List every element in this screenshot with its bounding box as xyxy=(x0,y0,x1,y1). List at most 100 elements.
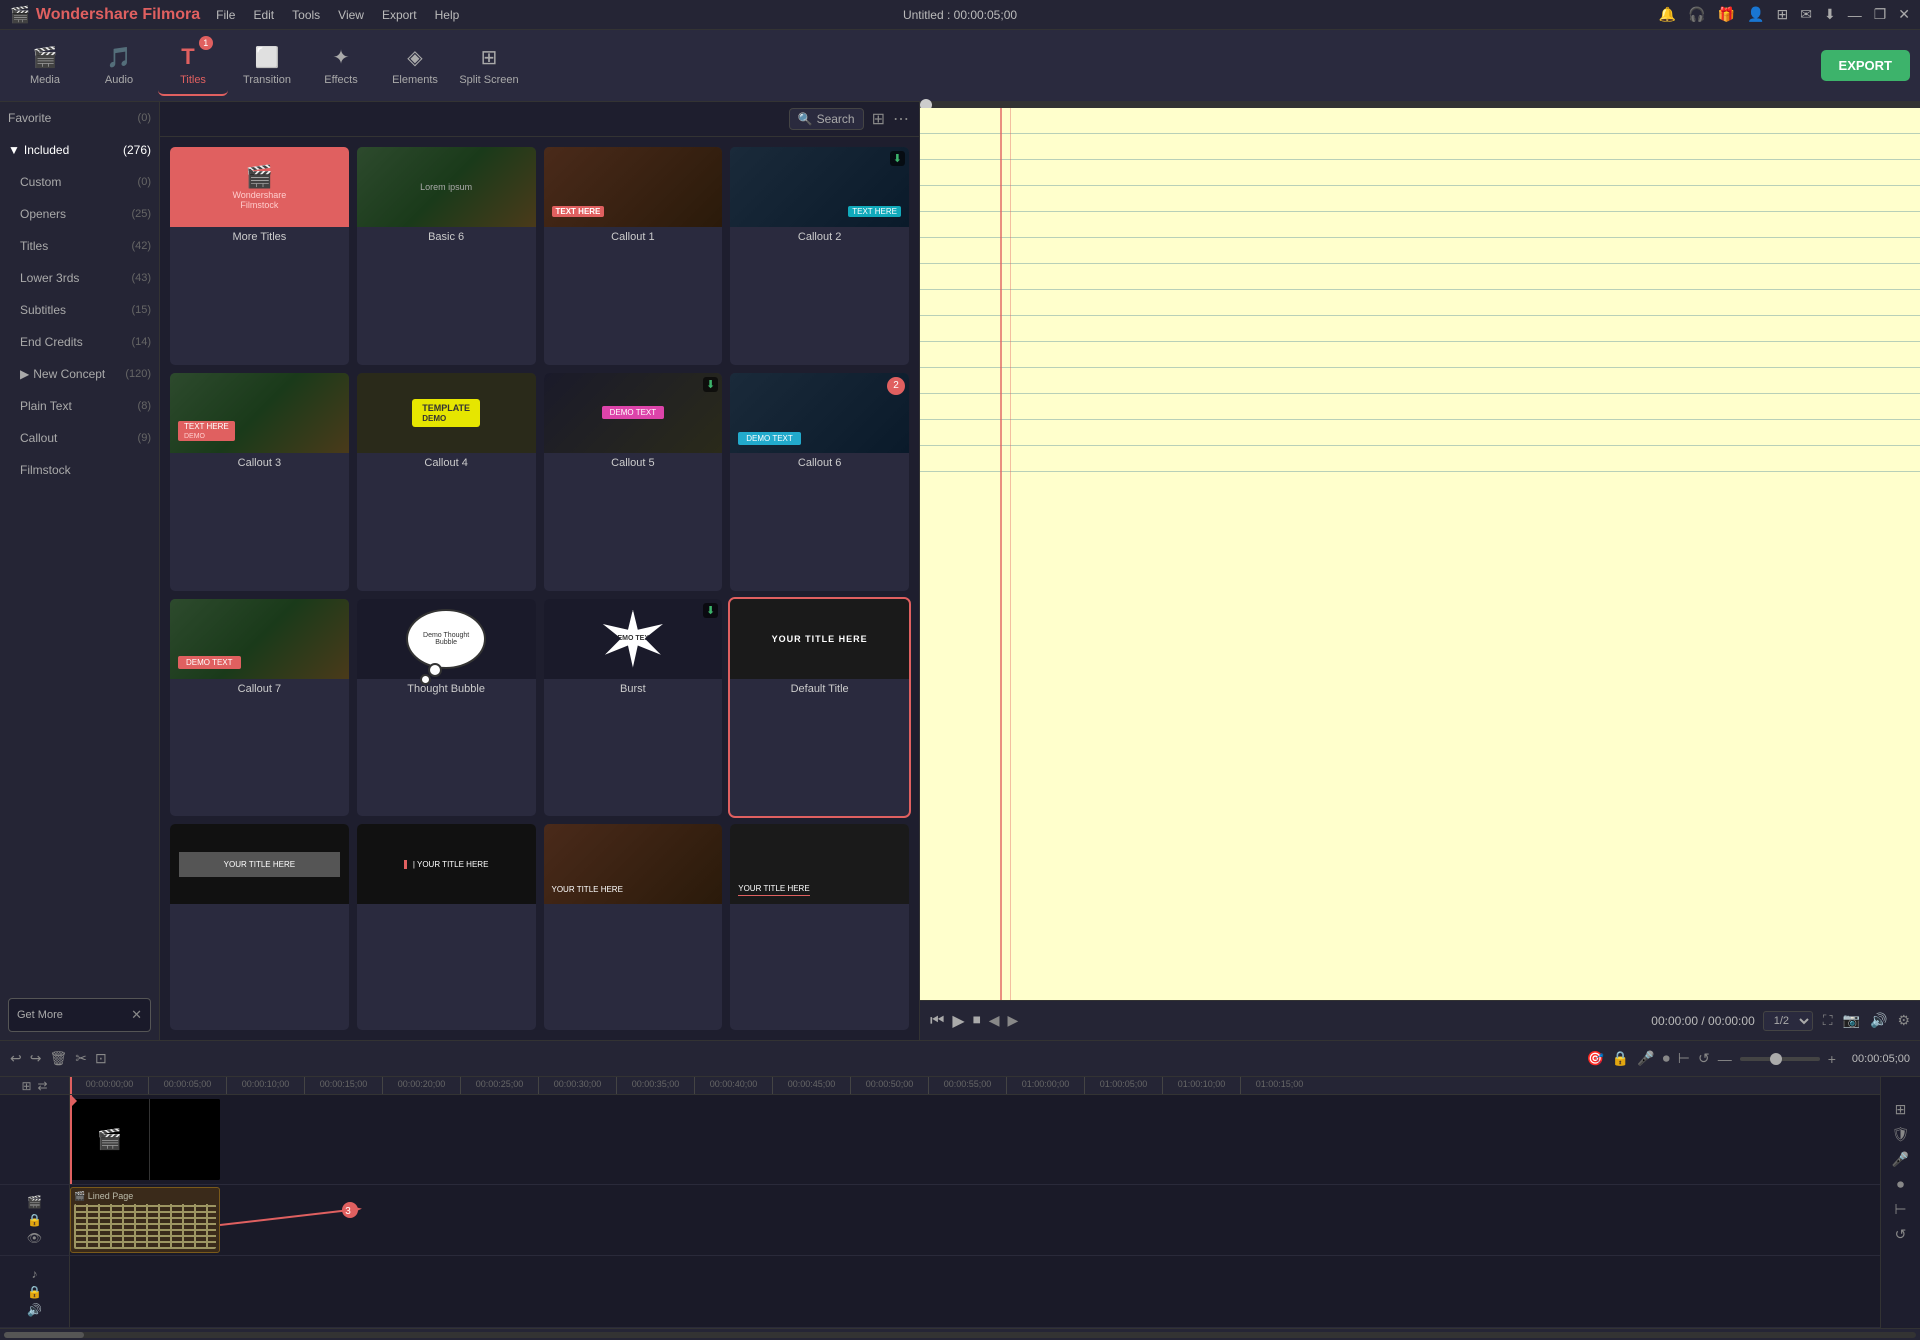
icon-mail[interactable]: ✉ xyxy=(1800,6,1812,23)
cut-btn[interactable]: ✂ xyxy=(75,1050,87,1067)
icon-user[interactable]: 👤 xyxy=(1747,6,1764,23)
title-card-defaulttitle[interactable]: YOUR TITLE HERE Default Title xyxy=(730,599,909,817)
title-card-basic6[interactable]: Lorem ipsum Basic 6 xyxy=(357,147,536,365)
media-button[interactable]: 🎬 Media xyxy=(10,36,80,96)
lock-track-icon[interactable]: 🔒 xyxy=(27,1213,42,1227)
audio-button[interactable]: 🎵 Audio xyxy=(84,36,154,96)
add-track-icon[interactable]: ⊞ xyxy=(21,1079,31,1093)
title-card-more-titles[interactable]: 🎬 WondershareFilmstock More Titles xyxy=(170,147,349,365)
title-card-yourtitle3[interactable]: YOUR TITLE HERE xyxy=(544,824,723,1030)
titles-tool[interactable]: T 1 Titles xyxy=(158,36,228,96)
sidebar-item-titles[interactable]: Titles (42) xyxy=(0,230,159,262)
lock-audio-icon[interactable]: 🔒 xyxy=(27,1285,42,1299)
zoom-out-icon[interactable]: — xyxy=(1718,1051,1732,1067)
mic-icon[interactable]: 🎤 xyxy=(1637,1050,1654,1067)
effects-button[interactable]: ✦ Effects xyxy=(306,36,376,96)
icon-download[interactable]: ⬇ xyxy=(1824,6,1836,23)
icon-bell[interactable]: 🔔 xyxy=(1659,6,1676,23)
splitscreen-button[interactable]: ⊞ Split Screen xyxy=(454,36,524,96)
video-track-item[interactable]: 🎬 xyxy=(70,1099,220,1180)
title-card-callout7[interactable]: DEMO TEXT Callout 7 xyxy=(170,599,349,817)
menu-tools[interactable]: Tools xyxy=(292,8,320,22)
zoom-in-icon[interactable]: + xyxy=(1828,1051,1836,1067)
zoom-thumb[interactable] xyxy=(1770,1053,1782,1065)
timeline-scrollbar[interactable] xyxy=(0,1328,1920,1340)
title-card-callout4[interactable]: TEMPLATEDEMO Callout 4 xyxy=(357,373,536,591)
volume-icon[interactable]: 🔊 xyxy=(1870,1012,1887,1029)
grid-view-icon[interactable]: ⊞ xyxy=(872,109,885,129)
sidebar-item-callout[interactable]: Callout (9) xyxy=(0,422,159,454)
sidebar-item-favorite[interactable]: Favorite (0) xyxy=(0,102,159,134)
vol-audio-icon[interactable]: 🔊 xyxy=(27,1303,42,1317)
close-btn[interactable]: ✕ xyxy=(1898,6,1910,23)
title-card-burst[interactable]: ⬇ DEMO TEXT Burst xyxy=(544,599,723,817)
play-btn[interactable]: ▶ xyxy=(952,1011,964,1031)
transition-button[interactable]: ⬜ Transition xyxy=(232,36,302,96)
icon-headphones[interactable]: 🎧 xyxy=(1688,6,1705,23)
export-button[interactable]: EXPORT xyxy=(1821,50,1910,81)
playback-rate-select[interactable]: 1/2 1/4 1 xyxy=(1763,1011,1813,1031)
sidebar-item-custom[interactable]: Custom (0) xyxy=(0,166,159,198)
icon-share[interactable]: ⊞ xyxy=(1777,6,1789,23)
elements-tool[interactable]: ◈ Elements xyxy=(380,36,450,96)
timeline-shield-icon[interactable]: 🛡 xyxy=(1892,1126,1910,1143)
sidebar-item-plaintext[interactable]: Plain Text (8) xyxy=(0,390,159,422)
menu-view[interactable]: View xyxy=(338,8,364,22)
title-card-yourtitle2[interactable]: | YOUR TITLE HERE xyxy=(357,824,536,1030)
time-right-arrow[interactable]: ▶ xyxy=(1008,1012,1019,1029)
icon-gift[interactable]: 🎁 xyxy=(1718,6,1735,23)
menu-file[interactable]: File xyxy=(216,8,235,22)
switch-icon[interactable]: ⇄ xyxy=(38,1079,48,1093)
camera-track-icon[interactable]: 🎬 xyxy=(27,1195,42,1209)
sidebar-item-included[interactable]: ▼ Included (276) xyxy=(0,134,159,166)
timeline-add-icon[interactable]: ⊞ xyxy=(1895,1101,1907,1118)
splitscreen-tool[interactable]: ⊞ Split Screen xyxy=(454,36,524,96)
annotation-track-item[interactable]: 🎬 Lined Page xyxy=(70,1187,220,1254)
sidebar-item-filmstock[interactable]: Filmstock xyxy=(0,454,159,486)
options-icon[interactable]: ⋯ xyxy=(893,109,909,129)
undo-btn[interactable]: ↩ xyxy=(10,1050,22,1067)
undo2-icon[interactable]: ↺ xyxy=(1698,1050,1710,1067)
redo-btn[interactable]: ↪ xyxy=(30,1050,42,1067)
menu-edit[interactable]: Edit xyxy=(253,8,274,22)
sidebar-item-newconcept[interactable]: ▶ New Concept (120) xyxy=(0,358,159,390)
copy-btn[interactable]: ⊡ xyxy=(95,1050,107,1067)
zoom-slider[interactable] xyxy=(1740,1057,1820,1061)
music-track-icon[interactable]: ♪ xyxy=(32,1267,38,1281)
menu-export[interactable]: Export xyxy=(382,8,417,22)
scroll-thumb[interactable] xyxy=(4,1332,84,1338)
search-box[interactable]: 🔍 Search xyxy=(789,108,864,130)
title-card-callout5[interactable]: ⬇ DEMO TEXT Callout 5 xyxy=(544,373,723,591)
sidebar-item-openers[interactable]: Openers (25) xyxy=(0,198,159,230)
sidebar-item-lower3rds[interactable]: Lower 3rds (43) xyxy=(0,262,159,294)
title-card-callout3[interactable]: TEXT HEREDEMO Callout 3 xyxy=(170,373,349,591)
title-card-callout1[interactable]: TEXT HERE Callout 1 xyxy=(544,147,723,365)
prev-frame-btn[interactable]: ⏮ xyxy=(930,1012,944,1030)
title-card-thoughtbubble[interactable]: Demo Thought Bubble Thought Bubble xyxy=(357,599,536,817)
snap-icon[interactable]: 🎯 xyxy=(1586,1050,1603,1067)
audio-tool[interactable]: 🎵 Audio xyxy=(84,36,154,96)
title-card-yourtitle1[interactable]: YOUR TITLE HERE xyxy=(170,824,349,1030)
timeline-record2-icon[interactable]: ⏺ xyxy=(1897,1176,1904,1193)
transition-tool[interactable]: ⬜ Transition xyxy=(232,36,302,96)
menu-help[interactable]: Help xyxy=(435,8,460,22)
eye-track-icon[interactable]: 👁 xyxy=(27,1231,42,1245)
timeline-split2-icon[interactable]: ⊢ xyxy=(1894,1201,1906,1218)
media-tool[interactable]: 🎬 Media xyxy=(10,36,80,96)
effects-tool[interactable]: ✦ Effects xyxy=(306,36,376,96)
get-more-label[interactable]: Get More xyxy=(17,1009,63,1021)
timeline-undo3-icon[interactable]: ↺ xyxy=(1895,1226,1907,1243)
split-icon[interactable]: ⊢ xyxy=(1678,1050,1690,1067)
time-left-arrow[interactable]: ◀ xyxy=(989,1012,1000,1029)
maximize-btn[interactable]: ❐ xyxy=(1874,6,1887,23)
titles-button[interactable]: T 1 Titles xyxy=(158,36,228,96)
elements-button[interactable]: ◈ Elements xyxy=(380,36,450,96)
delete-btn[interactable]: 🗑 xyxy=(49,1050,67,1067)
screenshot-icon[interactable]: 📷 xyxy=(1843,1012,1860,1029)
title-card-callout2[interactable]: ⬇ TEXT HERE Callout 2 xyxy=(730,147,909,365)
timeline-mic-icon[interactable]: 🎤 xyxy=(1892,1151,1909,1168)
record-icon[interactable]: ⏺ xyxy=(1663,1050,1670,1067)
lock-icon[interactable]: 🔒 xyxy=(1612,1050,1629,1067)
sidebar-item-subtitles[interactable]: Subtitles (15) xyxy=(0,294,159,326)
minimize-btn[interactable]: — xyxy=(1848,7,1862,23)
